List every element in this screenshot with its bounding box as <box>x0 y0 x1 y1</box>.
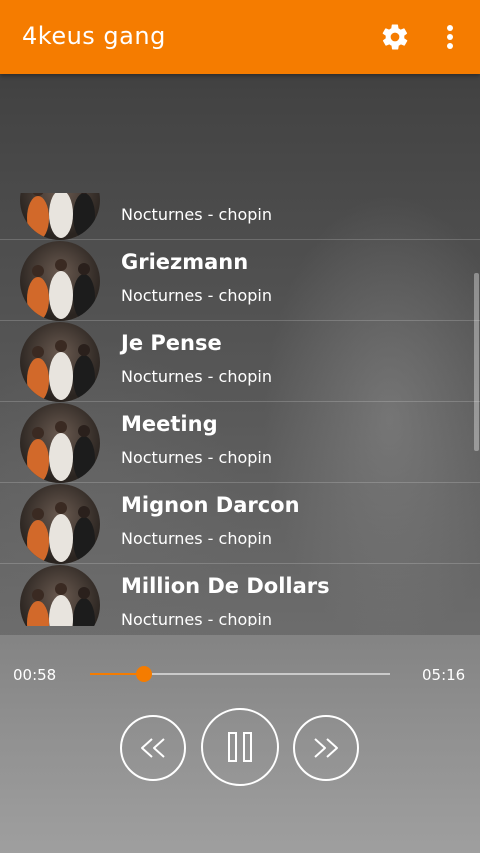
track-title: Million De Dollars <box>121 574 330 598</box>
track-subtitle: Nocturnes - chopin <box>121 367 272 386</box>
track-title: Meeting <box>121 412 218 436</box>
album-art <box>20 322 100 402</box>
track-subtitle: Nocturnes - chopin <box>121 529 272 548</box>
album-art <box>20 484 100 564</box>
track-subtitle: Nocturnes - chopin <box>121 286 272 305</box>
track-title: Je Pense <box>121 331 222 355</box>
rewind-button[interactable] <box>120 715 186 781</box>
app-bar: 4keus gang <box>0 0 480 74</box>
album-art <box>20 241 100 321</box>
track-item[interactable]: Million De Dollars Nocturnes - chopin <box>0 564 480 626</box>
pause-icon <box>228 732 252 762</box>
fast-forward-icon <box>314 738 338 758</box>
pause-button[interactable] <box>201 708 279 786</box>
track-title: Mignon Darcon <box>121 493 300 517</box>
list-scrollbar[interactable] <box>474 273 479 451</box>
rewind-icon <box>141 738 165 758</box>
track-title: Griezmann <box>121 250 249 274</box>
album-art <box>20 193 100 240</box>
track-item[interactable]: Mignon Darcon Nocturnes - chopin <box>0 483 480 564</box>
player-controls: 00:58 05:16 <box>0 635 480 853</box>
track-subtitle: Nocturnes - chopin <box>121 448 272 467</box>
album-art <box>20 403 100 483</box>
overflow-menu-button[interactable] <box>438 22 462 52</box>
track-item[interactable]: Meeting Nocturnes - chopin <box>0 402 480 483</box>
fast-forward-button[interactable] <box>293 715 359 781</box>
track-list[interactable]: Nocturnes - chopin Griezmann Nocturnes -… <box>0 193 480 626</box>
app-title: 4keus gang <box>22 22 166 50</box>
album-art <box>20 565 100 626</box>
settings-button[interactable] <box>380 22 410 52</box>
more-vertical-icon <box>447 25 453 49</box>
track-item[interactable]: Je Pense Nocturnes - chopin <box>0 321 480 402</box>
seek-thumb[interactable] <box>136 666 152 682</box>
track-subtitle: Nocturnes - chopin <box>121 205 272 224</box>
total-time: 05:16 <box>422 666 466 684</box>
seek-bar[interactable] <box>90 666 390 682</box>
elapsed-time: 00:58 <box>13 666 57 684</box>
track-item[interactable]: Nocturnes - chopin <box>0 193 480 240</box>
gear-icon <box>382 24 408 50</box>
track-subtitle: Nocturnes - chopin <box>121 610 272 626</box>
track-item[interactable]: Griezmann Nocturnes - chopin <box>0 240 480 321</box>
